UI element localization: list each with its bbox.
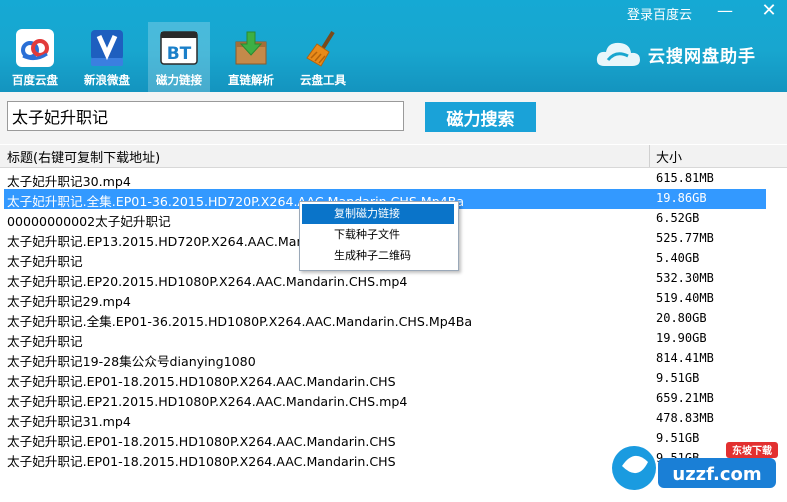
baidu-cloud-icon [15, 28, 55, 68]
menu-copy-magnet-link[interactable]: 复制磁力链接 [302, 204, 454, 224]
row-title: 太子妃升职记19-28集公众号dianying1080 [7, 354, 256, 369]
close-button[interactable]: ✕ [756, 0, 782, 22]
row-title: 太子妃升职记.EP01-18.2015.HD1080P.X264.AAC.Man… [7, 374, 396, 389]
minimize-button[interactable]: — [712, 0, 738, 22]
row-size: 659.21MB [656, 391, 714, 405]
row-title: 太子妃升职记31.mp4 [7, 414, 131, 429]
table-row[interactable]: 太子妃升职记29.mp4 519.40MB [0, 289, 787, 309]
sina-vdisk-icon [87, 28, 127, 68]
column-header-title[interactable]: 标题(右键可复制下载地址) [7, 147, 160, 166]
row-size: 5.40GB [656, 251, 700, 265]
row-title: 太子妃升职记 [7, 334, 83, 349]
brand-name: 云搜网盘助手 [648, 47, 756, 67]
table-row[interactable]: 太子妃升职记.全集.EP01-36.2015.HD1080P.X264.AAC.… [0, 309, 787, 329]
table-header: 标题(右键可复制下载地址) 大小 [0, 145, 787, 168]
row-title: 太子妃升职记.EP20.2015.HD1080P.X264.AAC.Mandar… [7, 274, 408, 289]
row-size: 6.52GB [656, 211, 700, 225]
row-title: 太子妃升职记30.mp4 [7, 174, 131, 189]
column-divider[interactable] [649, 145, 650, 167]
toolbar-label: 百度云盘 [12, 73, 58, 87]
magnet-search-button[interactable]: 磁力搜索 [425, 102, 536, 132]
row-size: 615.81MB [656, 171, 714, 185]
download-box-icon [231, 28, 271, 68]
brand-logo: 云搜网盘助手 [594, 36, 784, 76]
table-row[interactable]: 太子妃升职记19-28集公众号dianying1080 814.41MB [0, 349, 787, 369]
row-size: 9.51GB [656, 371, 700, 385]
row-size: 532.30MB [656, 271, 714, 285]
column-header-size[interactable]: 大小 [656, 147, 682, 166]
toolbar-item-baidu[interactable]: 百度云盘 [4, 22, 66, 92]
row-size: 19.90GB [656, 331, 707, 345]
toolbar-item-sina[interactable]: 新浪微盘 [76, 22, 138, 92]
toolbar-label: 磁力链接 [156, 73, 202, 87]
context-menu: 复制磁力链接 下载种子文件 生成种子二维码 [299, 201, 459, 271]
svg-text:BT: BT [167, 44, 192, 64]
toolbar-item-tools[interactable]: 云盘工具 [292, 22, 354, 92]
row-size: 519.40MB [656, 291, 714, 305]
toolbar-item-direct-link[interactable]: 直链解析 [220, 22, 282, 92]
table-row[interactable]: 太子妃升职记.EP20.2015.HD1080P.X264.AAC.Mandar… [0, 269, 787, 289]
menu-download-torrent[interactable]: 下载种子文件 [302, 225, 454, 245]
toolbar-label: 新浪微盘 [84, 73, 130, 87]
watermark-sub: 东坡下载 [732, 444, 772, 457]
row-title: 太子妃升职记.EP21.2015.HD1080P.X264.AAC.Mandar… [7, 394, 408, 409]
toolbar-label: 直链解析 [228, 73, 274, 87]
row-size: 478.83MB [656, 411, 714, 425]
uzzf-watermark: uzzf.com 东坡下载 [608, 434, 784, 498]
toolbar-label: 云盘工具 [300, 73, 346, 87]
row-title: 太子妃升职记.全集.EP01-36.2015.HD1080P.X264.AAC.… [7, 314, 473, 329]
toolbar-item-magnet[interactable]: BT 磁力链接 [148, 22, 210, 92]
menu-generate-qr[interactable]: 生成种子二维码 [302, 246, 454, 266]
login-link[interactable]: 登录百度云 [627, 4, 692, 23]
watermark-text: uzzf.com [672, 464, 761, 485]
table-row[interactable]: 太子妃升职记.EP21.2015.HD1080P.X264.AAC.Mandar… [0, 389, 787, 409]
row-size: 814.41MB [656, 351, 714, 365]
table-row[interactable]: 太子妃升职记.EP01-18.2015.HD1080P.X264.AAC.Man… [0, 369, 787, 389]
row-title: 太子妃升职记29.mp4 [7, 294, 131, 309]
broom-icon [303, 28, 343, 68]
table-row[interactable]: 太子妃升职记30.mp4 615.81MB [0, 169, 787, 189]
row-size: 19.86GB [656, 191, 707, 205]
table-row[interactable]: 太子妃升职记31.mp4 478.83MB [0, 409, 787, 429]
row-title: 太子妃升职记.EP01-18.2015.HD1080P.X264.AAC.Man… [7, 434, 396, 449]
row-title: 太子妃升职记.EP01-18.2015.HD1080P.X264.AAC.Man… [7, 454, 396, 469]
bt-icon: BT [159, 28, 199, 68]
table-row[interactable]: 太子妃升职记 19.90GB [0, 329, 787, 349]
row-size: 525.77MB [656, 231, 714, 245]
row-size: 20.80GB [656, 311, 707, 325]
cloud-logo-icon [596, 42, 640, 66]
search-input[interactable] [7, 101, 404, 131]
